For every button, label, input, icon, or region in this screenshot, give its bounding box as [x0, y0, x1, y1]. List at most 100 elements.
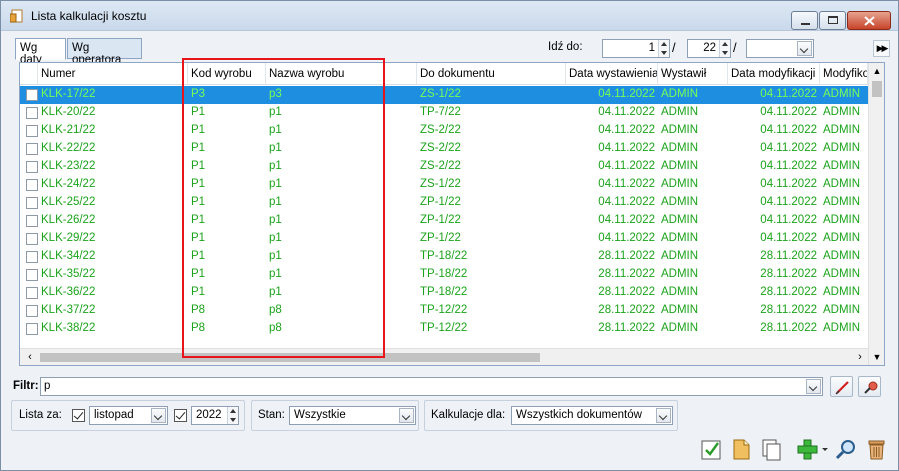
cell-modyfikowal: ADMIN: [823, 304, 861, 316]
cell-modyfikowal: ADMIN: [823, 214, 861, 226]
stan-label: Stan:: [258, 409, 285, 421]
row-checkbox[interactable]: [26, 323, 38, 335]
cell-modyfikowal: ADMIN: [823, 88, 861, 100]
year-stepper[interactable]: [227, 407, 238, 424]
add-button[interactable]: [795, 437, 820, 462]
table-row[interactable]: KLK-26/22 P1 p1 ZP-1/22 04.11.2022 ADMIN 04.11…: [20, 212, 868, 230]
goto-month-stepper[interactable]: [719, 40, 730, 57]
cell-do-dokumentu: TP-18/22: [420, 286, 468, 298]
table-row[interactable]: KLK-23/22 P1 p1 ZS-2/22 04.11.2022 ADMIN 04.11…: [20, 158, 868, 176]
table-row[interactable]: KLK-35/22 P1 p1 TP-18/22 28.11.2022 ADMIN 28.1…: [20, 266, 868, 284]
horizontal-scrollbar[interactable]: ‹ ›: [20, 348, 868, 365]
scroll-up-icon[interactable]: ▲: [869, 63, 884, 79]
new-document-button[interactable]: [729, 437, 754, 462]
table-row[interactable]: KLK-24/22 P1 p1 ZS-1/22 04.11.2022 ADMIN 04.11…: [20, 176, 868, 194]
date-separator: /: [733, 40, 737, 55]
column-header-numer[interactable]: Numer: [38, 63, 188, 85]
row-checkbox[interactable]: [26, 233, 38, 245]
title-bar: Lista kalkulacji kosztu: [1, 1, 898, 31]
column-header-modyfikowal[interactable]: Modyfikow: [820, 63, 868, 85]
month-select[interactable]: listopad: [89, 406, 168, 425]
table-row[interactable]: KLK-20/22 P1 p1 TP-7/22 04.11.2022 ADMIN 04.11…: [20, 104, 868, 122]
scroll-down-icon[interactable]: ▼: [869, 349, 884, 365]
column-header-data-modyfikacji[interactable]: Data modyfikacji: [728, 63, 820, 85]
row-checkbox[interactable]: [26, 269, 38, 281]
goto-day-stepper[interactable]: [658, 40, 669, 57]
chevron-down-icon[interactable]: [806, 379, 821, 394]
filter-settings-button[interactable]: [858, 376, 881, 397]
stan-group: Stan: Wszystkie: [251, 400, 419, 431]
row-checkbox[interactable]: [26, 89, 38, 101]
row-checkbox[interactable]: [26, 125, 38, 137]
cell-modyfikowal: ADMIN: [823, 322, 861, 334]
row-checkbox[interactable]: [26, 161, 38, 173]
table-row[interactable]: KLK-21/22 P1 p1 ZS-2/22 04.11.2022 ADMIN 04.11…: [20, 122, 868, 140]
row-checkbox[interactable]: [26, 287, 38, 299]
search-button[interactable]: [834, 437, 859, 462]
scroll-right-icon[interactable]: ›: [852, 349, 868, 365]
copy-button[interactable]: [759, 437, 784, 462]
table-row[interactable]: KLK-34/22 P1 p1 TP-18/22 28.11.2022 ADMIN 28.1…: [20, 248, 868, 266]
table-row[interactable]: KLK-17/22 P3 p3 ZS-1/22 04.11.2022 ADMIN 04.11…: [20, 86, 868, 104]
confirm-button[interactable]: [699, 437, 724, 462]
clear-filter-button[interactable]: [830, 376, 853, 397]
cell-data-wystawienia: 04.11.2022: [598, 196, 655, 208]
tab-wg-operatora[interactable]: Wg operatora: [67, 38, 142, 66]
cell-data-modyfikacji: 28.11.2022: [760, 322, 817, 334]
cell-numer: KLK-17/22: [41, 88, 96, 100]
row-checkbox[interactable]: [26, 179, 38, 191]
goto-month-value: 22: [703, 42, 716, 54]
kalkulacje-label: Kalkulacje dla:: [431, 409, 506, 421]
row-checkbox[interactable]: [26, 107, 38, 119]
table-row[interactable]: KLK-29/22 P1 p1 ZP-1/22 04.11.2022 ADMIN 04.11…: [20, 230, 868, 248]
cell-numer: KLK-22/22: [41, 142, 96, 154]
clear-filter-icon: [835, 381, 849, 395]
cell-data-wystawienia: 04.11.2022: [598, 142, 655, 154]
table-row[interactable]: KLK-37/22 P8 p8 TP-12/22 28.11.2022 ADMIN 28.1…: [20, 302, 868, 320]
cell-data-wystawienia: 04.11.2022: [598, 232, 655, 244]
cell-do-dokumentu: ZP-1/22: [420, 214, 461, 226]
table-row[interactable]: KLK-36/22 P1 p1 TP-18/22 28.11.2022 ADMIN 28.1…: [20, 284, 868, 302]
filter-input[interactable]: p: [40, 377, 823, 396]
cell-modyfikowal: ADMIN: [823, 232, 861, 244]
column-header-data-wystawienia[interactable]: Data wystawienia: [566, 63, 658, 85]
table-row[interactable]: KLK-22/22 P1 p1 ZS-2/22 04.11.2022 ADMIN 04.11…: [20, 140, 868, 158]
close-button[interactable]: [847, 11, 891, 30]
window-title: Lista kalkulacji kosztu: [31, 9, 147, 23]
cell-numer: KLK-35/22: [41, 268, 96, 280]
maximize-button[interactable]: [819, 11, 846, 30]
tab-wg-daty[interactable]: Wg daty: [15, 38, 66, 66]
minimize-button[interactable]: [791, 11, 818, 30]
year-input[interactable]: 2022: [191, 406, 239, 425]
filter-value: p: [44, 380, 51, 392]
data-grid[interactable]: Numer Kod wyrobu Nazwa wyrobu Do dokumen…: [19, 62, 885, 366]
row-checkbox[interactable]: [26, 143, 38, 155]
chevron-down-icon: [656, 408, 671, 423]
row-checkbox[interactable]: [26, 305, 38, 317]
column-header-wystawil[interactable]: Wystawił: [658, 63, 728, 85]
delete-button[interactable]: [864, 437, 889, 462]
fast-forward-icon[interactable]: ▶▶: [873, 40, 890, 57]
filter-label: Filtr:: [13, 380, 39, 392]
scroll-left-icon[interactable]: ‹: [22, 349, 38, 365]
year-checkbox[interactable]: [174, 409, 187, 422]
table-row[interactable]: KLK-38/22 P8 p8 TP-12/22 28.11.2022 ADMIN 28.1…: [20, 320, 868, 338]
goto-day-value: 1: [648, 42, 655, 54]
cell-do-dokumentu: ZS-2/22: [420, 142, 461, 154]
stan-select[interactable]: Wszystkie: [289, 406, 416, 425]
kalkulacje-select[interactable]: Wszystkich dokumentów: [511, 406, 673, 425]
row-checkbox[interactable]: [26, 215, 38, 227]
scroll-thumb[interactable]: [872, 81, 882, 97]
row-checkbox[interactable]: [26, 251, 38, 263]
row-checkbox[interactable]: [26, 197, 38, 209]
cell-data-wystawienia: 28.11.2022: [598, 250, 655, 262]
cell-wystawil: ADMIN: [661, 322, 699, 334]
column-header-do-dokumentu[interactable]: Do dokumentu: [417, 63, 566, 85]
add-dropdown-button[interactable]: [820, 437, 830, 462]
month-checkbox[interactable]: [72, 409, 85, 422]
vertical-scrollbar[interactable]: ▲ ▼: [868, 63, 884, 365]
goto-day-input[interactable]: 1: [602, 39, 670, 58]
goto-year-select[interactable]: [746, 39, 814, 58]
goto-month-input[interactable]: 22: [687, 39, 731, 58]
table-row[interactable]: KLK-25/22 P1 p1 ZP-1/22 04.11.2022 ADMIN 04.11…: [20, 194, 868, 212]
